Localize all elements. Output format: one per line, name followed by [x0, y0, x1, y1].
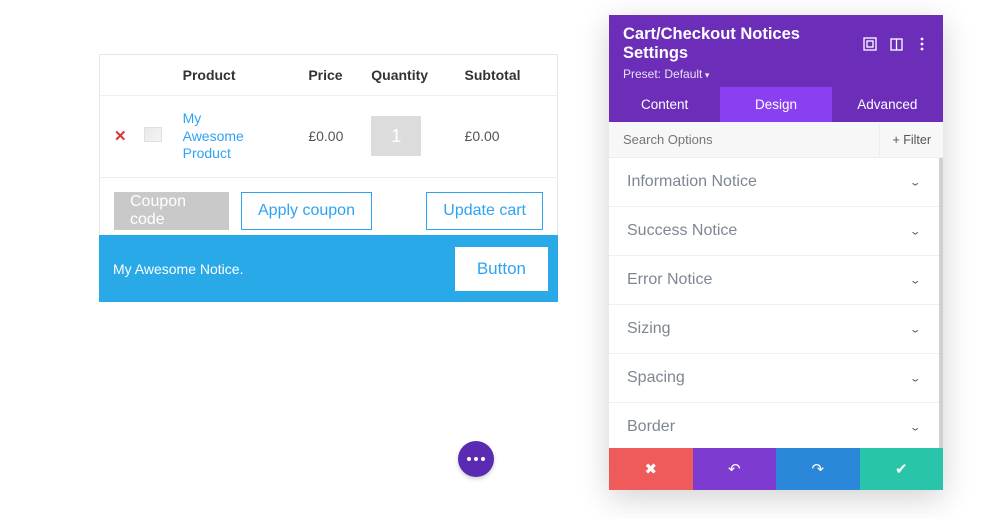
col-subtotal: Subtotal — [465, 55, 558, 96]
dots-icon — [467, 457, 471, 461]
sections-list[interactable]: Information Notice ⌄ Success Notice ⌄ Er… — [609, 158, 943, 448]
notice-text: My Awesome Notice. — [113, 261, 243, 277]
redo-button[interactable]: ↷ — [776, 448, 860, 490]
discard-button[interactable]: ✖ — [609, 448, 693, 490]
col-product: Product — [183, 55, 309, 96]
notice-bar: My Awesome Notice. Button — [99, 235, 558, 302]
close-icon: ✖ — [644, 460, 657, 478]
kebab-menu-icon[interactable] — [915, 37, 929, 51]
notice-button[interactable]: Button — [455, 247, 548, 291]
expand-icon[interactable] — [863, 37, 877, 51]
col-price: Price — [308, 55, 371, 96]
chevron-down-icon: ⌄ — [909, 274, 921, 286]
section-information-notice[interactable]: Information Notice ⌄ — [609, 158, 939, 207]
panel-action-bar: ✖ ↶ ↷ ✔ — [609, 448, 943, 490]
chevron-down-icon: ⌄ — [909, 176, 921, 188]
chevron-down-icon: ⌄ — [909, 323, 921, 335]
cart-container: Product Price Quantity Subtotal ✕ My Awe… — [99, 54, 558, 245]
undo-button[interactable]: ↶ — [693, 448, 777, 490]
panel-header: Cart/Checkout Notices Settings Preset: D… — [609, 15, 943, 87]
section-border[interactable]: Border ⌄ — [609, 403, 939, 448]
search-row: + Filter — [609, 122, 943, 158]
section-success-notice[interactable]: Success Notice ⌄ — [609, 207, 939, 256]
product-link[interactable]: My Awesome Product — [183, 110, 263, 163]
remove-item-icon[interactable]: ✕ — [114, 127, 127, 145]
more-options-fab[interactable] — [458, 441, 494, 477]
chevron-down-icon: ⌄ — [909, 225, 921, 237]
panel-tabs: Content Design Advanced — [609, 87, 943, 122]
chevron-down-icon: ⌄ — [909, 372, 921, 384]
subtotal-cell: £0.00 — [465, 96, 558, 178]
section-error-notice[interactable]: Error Notice ⌄ — [609, 256, 939, 305]
check-icon: ✔ — [895, 460, 908, 478]
help-icon[interactable] — [889, 37, 903, 51]
search-input[interactable] — [609, 122, 879, 157]
preset-dropdown[interactable]: Preset: Default — [623, 67, 929, 81]
product-thumbnail — [144, 127, 162, 142]
chevron-down-icon: ⌄ — [909, 421, 921, 433]
redo-icon: ↷ — [811, 460, 824, 478]
settings-panel: Cart/Checkout Notices Settings Preset: D… — [609, 15, 943, 490]
filter-button[interactable]: + Filter — [879, 123, 943, 157]
section-spacing[interactable]: Spacing ⌄ — [609, 354, 939, 403]
quantity-input[interactable]: 1 — [371, 116, 421, 156]
cart-table: Product Price Quantity Subtotal ✕ My Awe… — [99, 54, 558, 245]
tab-content[interactable]: Content — [609, 87, 720, 122]
price-cell: £0.00 — [308, 96, 371, 178]
save-button[interactable]: ✔ — [860, 448, 944, 490]
apply-coupon-button[interactable]: Apply coupon — [241, 192, 372, 230]
tab-advanced[interactable]: Advanced — [832, 87, 943, 122]
undo-icon: ↶ — [728, 460, 741, 478]
col-quantity: Quantity — [371, 55, 464, 96]
table-row: ✕ My Awesome Product £0.00 1 £0.00 — [100, 96, 558, 178]
coupon-code-input[interactable]: Coupon code — [114, 192, 229, 230]
update-cart-button[interactable]: Update cart — [426, 192, 543, 230]
section-sizing[interactable]: Sizing ⌄ — [609, 305, 939, 354]
tab-design[interactable]: Design — [720, 87, 831, 122]
panel-title: Cart/Checkout Notices Settings — [623, 25, 851, 63]
